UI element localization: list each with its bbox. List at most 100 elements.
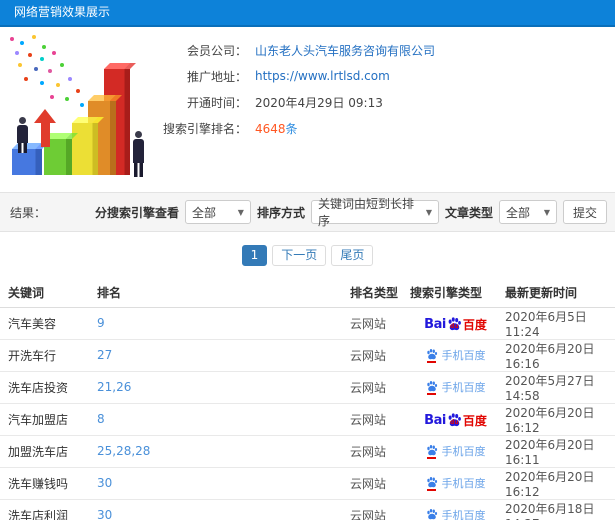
- mobile-baidu-text: 手机百度: [441, 380, 486, 394]
- next-page-button[interactable]: 下一页: [272, 245, 327, 266]
- table-header-row: 关键词 排名 排名类型 搜索引擎类型 最新更新时间: [0, 279, 615, 308]
- mobile-baidu-text: 手机百度: [441, 348, 486, 362]
- engine-cell: 手机百度: [408, 435, 503, 468]
- baidu-logo-cn: 百度: [462, 317, 487, 332]
- rank-cell: 27: [95, 339, 348, 372]
- rank-cell: 21,26: [95, 371, 348, 404]
- info-row-url: 推广地址： https://www.lrtlsd.com: [155, 63, 615, 89]
- results-table: 关键词 排名 排名类型 搜索引擎类型 最新更新时间 汽车美容 9 云网站 Bai d…: [0, 279, 615, 520]
- up-arrow-icon: [34, 109, 56, 149]
- baidu-paw-icon: du: [447, 316, 462, 331]
- table-row: 汽车加盟店 8 云网站 Bai du 百度 2020年6月20日 16:12: [0, 403, 615, 436]
- open-time-value: 2020年4月29日 09:13: [255, 95, 383, 110]
- sort-filter-value: 关键词由短到长排序: [317, 197, 414, 228]
- submit-button[interactable]: 提交: [562, 200, 607, 224]
- mobile-baidu-paw-icon: [426, 444, 438, 459]
- info-row-rank-count: 搜索引擎排名： 4648条: [155, 115, 615, 141]
- engine-cell: 手机百度: [408, 339, 503, 372]
- rank-type-cell: 云网站: [348, 467, 408, 500]
- col-header-engine: 搜索引擎类型: [408, 279, 503, 308]
- promo-url-link[interactable]: https://www.lrtlsd.com: [255, 69, 390, 83]
- engine-cell: 手机百度: [408, 499, 503, 520]
- company-name-link[interactable]: 山东老人头汽车服务咨询有限公司: [255, 42, 435, 59]
- rank-type-cell: 云网站: [348, 435, 408, 468]
- mobile-baidu-text: 手机百度: [441, 444, 486, 458]
- engine-filter-value: 全部: [191, 205, 216, 220]
- col-header-updated: 最新更新时间: [503, 279, 615, 308]
- type-filter-select[interactable]: 全部 ▼: [498, 200, 557, 224]
- filter-controls: 分搜索引擎查看 全部 ▼ 排序方式 关键词由短到长排序 ▼ 文章类型 全部 ▼ …: [94, 197, 607, 228]
- promo-url-label: 推广地址：: [186, 69, 247, 84]
- mobile-baidu-paw-icon: [426, 380, 438, 395]
- rank-type-cell: 云网站: [348, 307, 408, 340]
- keyword-cell: 开洗车行: [0, 339, 95, 372]
- chevron-down-icon: ▼: [425, 207, 432, 217]
- mobile-baidu-underline: [427, 392, 436, 395]
- type-filter-value: 全部: [505, 205, 530, 220]
- company-info-panel: 会员公司： 山东老人头汽车服务咨询有限公司 推广地址： https://www.…: [155, 37, 615, 141]
- mobile-baidu-logo: 手机百度: [426, 380, 486, 395]
- mobile-baidu-underline: [427, 456, 436, 459]
- rank-type-cell: 云网站: [348, 339, 408, 372]
- col-header-rank: 排名: [95, 279, 348, 308]
- filter-bar: 结果： 分搜索引擎查看 全部 ▼ 排序方式 关键词由短到长排序 ▼ 文章类型 全…: [0, 192, 615, 232]
- result-label: 结果：: [10, 205, 47, 220]
- growth-chart-illustration: [0, 27, 180, 187]
- mobile-baidu-text: 手机百度: [441, 508, 486, 520]
- mobile-baidu-paw-icon: [426, 348, 438, 363]
- info-row-open-time: 开通时间： 2020年4月29日 09:13: [155, 89, 615, 115]
- col-header-keyword: 关键词: [0, 279, 95, 308]
- info-section: 会员公司： 山东老人头汽车服务咨询有限公司 推广地址： https://www.…: [0, 27, 615, 192]
- keyword-cell: 加盟洗车店: [0, 435, 95, 468]
- baidu-logo-cn: 百度: [462, 413, 487, 428]
- updated-cell: 2020年6月5日 11:24: [503, 307, 615, 340]
- keyword-cell: 洗车店利润: [0, 499, 95, 520]
- table-row: 开洗车行 27 云网站 手机百度 2020年6月20日 16:16: [0, 339, 615, 372]
- chevron-down-icon: ▼: [237, 207, 244, 217]
- company-label: 会员公司：: [186, 43, 247, 58]
- rank-cell: 9: [95, 307, 348, 340]
- table-row: 洗车赚钱吗 30 云网站 手机百度 2020年6月20日 16:12: [0, 467, 615, 500]
- sort-filter-select[interactable]: 关键词由短到长排序 ▼: [310, 197, 439, 228]
- rank-cell: 30: [95, 467, 348, 500]
- rank-count-number: 4648: [255, 121, 286, 136]
- engine-filter-select[interactable]: 全部 ▼: [184, 200, 251, 224]
- baidu-logo-du: du: [450, 418, 459, 426]
- updated-cell: 2020年6月20日 16:16: [503, 339, 615, 372]
- engine-filter-label: 分搜索引擎查看: [94, 205, 179, 220]
- keyword-cell: 汽车加盟店: [0, 403, 95, 436]
- page-button-1[interactable]: 1: [241, 245, 268, 266]
- rank-cell: 30: [95, 499, 348, 520]
- keyword-cell: 汽车美容: [0, 307, 95, 340]
- last-page-button[interactable]: 尾页: [331, 245, 374, 266]
- updated-cell: 2020年6月20日 16:12: [503, 467, 615, 500]
- mobile-baidu-logo: 手机百度: [426, 348, 486, 363]
- businessman-figure-right: [132, 131, 145, 178]
- chart-bar-blue: [12, 149, 42, 175]
- info-row-company: 会员公司： 山东老人头汽车服务咨询有限公司: [155, 37, 615, 63]
- updated-cell: 2020年5月27日 14:58: [503, 371, 615, 404]
- pagination: 1 下一页 尾页: [0, 232, 615, 279]
- confetti-decoration: [10, 37, 14, 41]
- rank-type-cell: 云网站: [348, 371, 408, 404]
- baidu-paw-icon: du: [447, 412, 462, 427]
- page-title: 网络营销效果展示: [14, 5, 111, 19]
- table-row: 洗车店投资 21,26 云网站 手机百度 2020年5月27日 14:58: [0, 371, 615, 404]
- table-row: 加盟洗车店 25,28,28 云网站 手机百度 2020年6月20日 16:11: [0, 435, 615, 468]
- businessman-figure-left: [16, 117, 28, 153]
- baidu-logo-du: du: [450, 322, 459, 330]
- rank-count-suffix: 条: [285, 121, 298, 136]
- mobile-baidu-text: 手机百度: [441, 476, 486, 490]
- open-time-label: 开通时间：: [186, 95, 247, 110]
- mobile-baidu-logo: 手机百度: [426, 444, 486, 459]
- mobile-baidu-paw-icon: [426, 508, 438, 520]
- col-header-ranktype: 排名类型: [348, 279, 408, 308]
- baidu-logo: Bai du 百度: [424, 412, 487, 427]
- updated-cell: 2020年6月18日 14:27: [503, 499, 615, 520]
- sort-filter-label: 排序方式: [256, 205, 305, 220]
- updated-cell: 2020年6月20日 16:12: [503, 403, 615, 436]
- mobile-baidu-underline: [427, 360, 436, 363]
- baidu-logo-latin: Bai: [424, 316, 446, 332]
- type-filter-label: 文章类型: [444, 205, 493, 220]
- engine-cell: 手机百度: [408, 467, 503, 500]
